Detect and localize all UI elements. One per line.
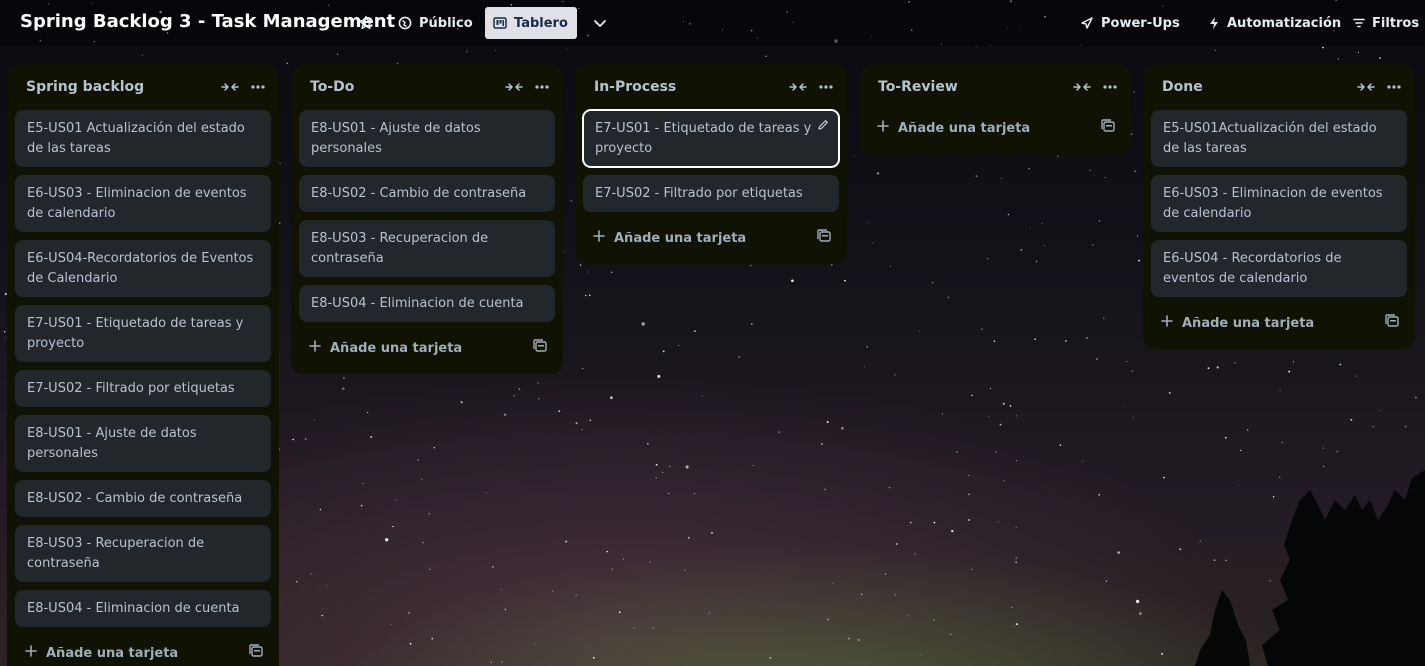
list-title[interactable]: To-Review xyxy=(878,79,958,95)
card[interactable]: E8-US04 - Eliminacion de cuenta xyxy=(15,590,271,627)
card[interactable]: E8-US02 - Cambio de contraseña xyxy=(299,175,555,212)
rocket-icon xyxy=(1080,16,1094,30)
add-card-button[interactable]: Añade una tarjeta xyxy=(309,340,462,356)
add-card-row: Añade una tarjeta xyxy=(583,220,839,256)
visibility-button[interactable]: Público xyxy=(390,7,481,39)
automation-label: Automatización xyxy=(1227,15,1342,31)
list-title[interactable]: Spring backlog xyxy=(26,79,144,95)
add-card-label: Añade una tarjeta xyxy=(46,645,179,661)
list-title[interactable]: In-Process xyxy=(594,79,676,95)
more-icon[interactable] xyxy=(1387,85,1401,89)
list-to-review: To-Review Añade una tarjeta xyxy=(859,64,1131,154)
automation-button[interactable]: Automatización xyxy=(1200,7,1349,39)
collapse-icon[interactable] xyxy=(1073,81,1091,93)
board-view-button[interactable]: Tablero xyxy=(485,7,577,39)
card[interactable]: E6-US04 - Recordatorios de eventos de ca… xyxy=(1151,240,1407,297)
list-header: To-Review xyxy=(867,64,1123,110)
more-views-button[interactable] xyxy=(584,7,616,39)
add-card-label: Añade una tarjeta xyxy=(898,120,1031,136)
powerups-button[interactable]: Power-Ups xyxy=(1072,7,1188,39)
powerups-label: Power-Ups xyxy=(1101,15,1180,31)
card-label: E7-US01 - Etiquetado de tareas y proyect… xyxy=(595,121,812,156)
card[interactable]: E6-US03 - Eliminacion de eventos de cale… xyxy=(15,175,271,232)
more-icon[interactable] xyxy=(1103,85,1117,89)
card[interactable]: E8-US01 - Ajuste de datos personales xyxy=(299,110,555,167)
add-card-button[interactable]: Añade una tarjeta xyxy=(593,230,746,246)
card[interactable]: E8-US03 - Recuperacion de contraseña xyxy=(299,220,555,277)
card[interactable]: E5-US01Actualización del estado de las t… xyxy=(1151,110,1407,167)
star-button[interactable] xyxy=(350,7,382,39)
globe-icon xyxy=(398,16,412,30)
more-icon[interactable] xyxy=(535,85,549,89)
list-title[interactable]: To-Do xyxy=(310,79,354,95)
list-to-do: To-Do E8-US01 - Ajuste de datos personal… xyxy=(291,64,563,374)
card[interactable]: E6-US03 - Eliminacion de eventos de cale… xyxy=(1151,175,1407,232)
visibility-label: Público xyxy=(419,15,473,31)
more-icon[interactable] xyxy=(251,85,265,89)
template-icon[interactable] xyxy=(249,644,263,662)
add-card-button[interactable]: Añade una tarjeta xyxy=(1161,315,1314,331)
list-title[interactable]: Done xyxy=(1162,79,1203,95)
plus-icon xyxy=(593,230,605,246)
board-icon xyxy=(493,16,507,30)
card[interactable]: E8-US02 - Cambio de contraseña xyxy=(15,480,271,517)
filters-button[interactable]: Filtros xyxy=(1345,7,1425,39)
collapse-icon[interactable] xyxy=(1357,81,1375,93)
collapse-icon[interactable] xyxy=(221,81,239,93)
card-focused[interactable]: E7-US01 - Etiquetado de tareas y proyect… xyxy=(582,109,840,168)
collapse-icon[interactable] xyxy=(505,81,523,93)
filters-label: Filtros xyxy=(1372,15,1420,31)
card[interactable]: E8-US01 - Ajuste de datos personales xyxy=(15,415,271,472)
list-header: Done xyxy=(1151,64,1407,110)
add-card-row: Añade una tarjeta xyxy=(867,110,1123,146)
plus-icon xyxy=(25,645,37,661)
bolt-icon xyxy=(1208,16,1220,30)
plus-icon xyxy=(877,120,889,136)
board-view-label: Tablero xyxy=(514,15,568,31)
card[interactable]: E8-US03 - Recuperacion de contraseña xyxy=(15,525,271,582)
add-card-row: Añade una tarjeta xyxy=(1151,305,1407,341)
list-spring-backlog: Spring backlog E5-US01 Actualización del… xyxy=(7,64,279,666)
add-card-label: Añade una tarjeta xyxy=(1182,315,1315,331)
plus-icon xyxy=(1161,315,1173,331)
card[interactable]: E7-US01 - Etiquetado de tareas y proyect… xyxy=(15,305,271,362)
add-card-button[interactable]: Añade una tarjeta xyxy=(25,645,178,661)
template-icon[interactable] xyxy=(533,339,547,357)
list-header: Spring backlog xyxy=(15,64,271,110)
list-header: To-Do xyxy=(299,64,555,110)
card[interactable]: E5-US01 Actualización del estado de las … xyxy=(15,110,271,167)
list-done: Done E5-US01Actualización del estado de … xyxy=(1143,64,1415,349)
board-header: Spring Backlog 3 - Task Management Públi… xyxy=(0,0,1425,46)
add-card-label: Añade una tarjeta xyxy=(330,340,463,356)
add-card-row: Añade una tarjeta xyxy=(15,635,271,666)
pencil-icon[interactable] xyxy=(817,118,829,138)
chevron-down-icon xyxy=(592,15,608,31)
add-card-row: Añade una tarjeta xyxy=(299,330,555,366)
star-icon xyxy=(358,15,374,31)
card[interactable]: E7-US02 - Filtrado por etiquetas xyxy=(15,370,271,407)
template-icon[interactable] xyxy=(1101,119,1115,137)
card[interactable]: E6-US04-Recordatorios de Eventos de Cale… xyxy=(15,240,271,297)
card[interactable]: E8-US04 - Eliminacion de cuenta xyxy=(299,285,555,322)
filter-icon xyxy=(1353,17,1365,29)
card[interactable]: E7-US02 - Filtrado por etiquetas xyxy=(583,175,839,212)
template-icon[interactable] xyxy=(1385,314,1399,332)
board-title[interactable]: Spring Backlog 3 - Task Management xyxy=(20,11,395,32)
add-card-button[interactable]: Añade una tarjeta xyxy=(877,120,1030,136)
list-header: In-Process xyxy=(583,64,839,110)
add-card-label: Añade una tarjeta xyxy=(614,230,747,246)
collapse-icon[interactable] xyxy=(789,81,807,93)
more-icon[interactable] xyxy=(819,85,833,89)
template-icon[interactable] xyxy=(817,229,831,247)
list-in-process: In-Process E7-US01 - Etiquetado de tarea… xyxy=(575,64,847,264)
plus-icon xyxy=(309,340,321,356)
